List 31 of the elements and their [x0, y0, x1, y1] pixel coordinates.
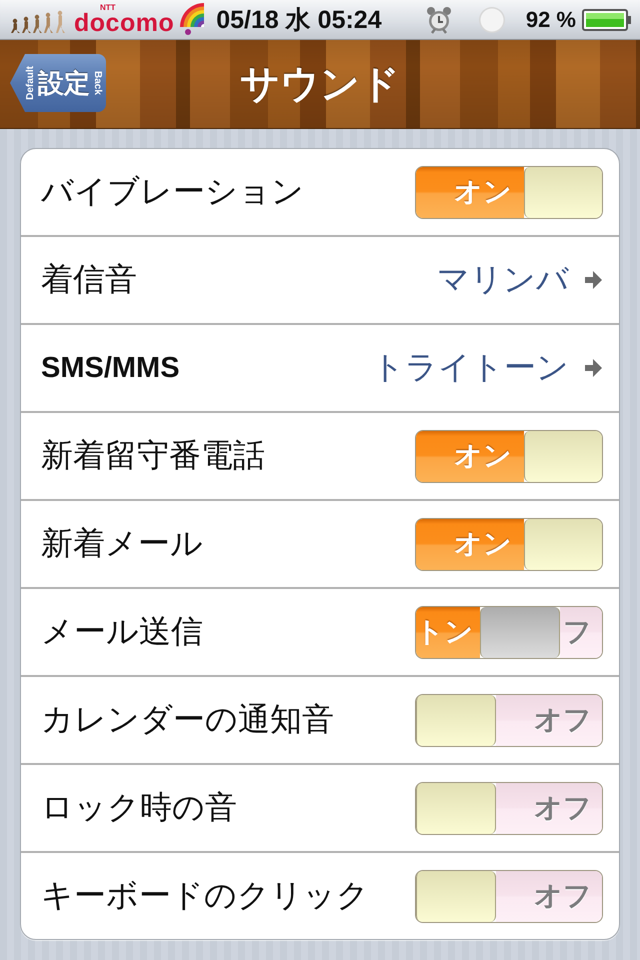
toggle-switch[interactable]: オン — [415, 518, 603, 570]
toggle-switch[interactable]: トン フ — [415, 606, 603, 658]
setting-label: ロック時の音 — [41, 787, 238, 828]
alarm-clock-icon — [426, 6, 452, 34]
battery-percent: 92 % — [526, 6, 576, 32]
switch-thumb[interactable] — [480, 606, 560, 658]
setting-label: カレンダーの通知音 — [41, 699, 335, 740]
carrier-brand: NTT — [100, 4, 116, 12]
toggle-switch[interactable]: オフ — [415, 870, 603, 922]
setting-label: バイブレーション — [41, 171, 305, 212]
circle-icon — [478, 6, 506, 34]
setting-label: 新着留守番電話 — [41, 435, 266, 476]
setting-label: キーボードのクリック — [41, 875, 370, 916]
toggle-switch[interactable]: オン — [415, 166, 603, 218]
setting-label: メール送信 — [41, 611, 204, 652]
setting-label: SMS/MMS — [41, 352, 181, 384]
toggle-switch[interactable]: オン — [415, 430, 603, 482]
rainbow-fan-icon — [180, 2, 204, 36]
toggle-switch[interactable]: オフ — [415, 782, 603, 834]
page-title: サウンド — [240, 61, 400, 109]
arrow-right-icon — [583, 357, 603, 379]
setting-value[interactable]: マリンバ — [437, 258, 569, 302]
arrow-right-icon — [583, 269, 603, 291]
carrier-name: docomo — [74, 10, 174, 36]
toggle-switch[interactable]: オフ — [415, 694, 603, 746]
setting-value[interactable]: トライトーン — [372, 346, 569, 390]
status-datetime: 05/18 水 05:24 — [216, 5, 382, 36]
battery-icon — [582, 8, 632, 30]
back-button[interactable]: Default 設定 Back — [10, 54, 106, 112]
setting-label: 着信音 — [41, 259, 138, 300]
setting-label: 新着メール — [41, 523, 204, 564]
